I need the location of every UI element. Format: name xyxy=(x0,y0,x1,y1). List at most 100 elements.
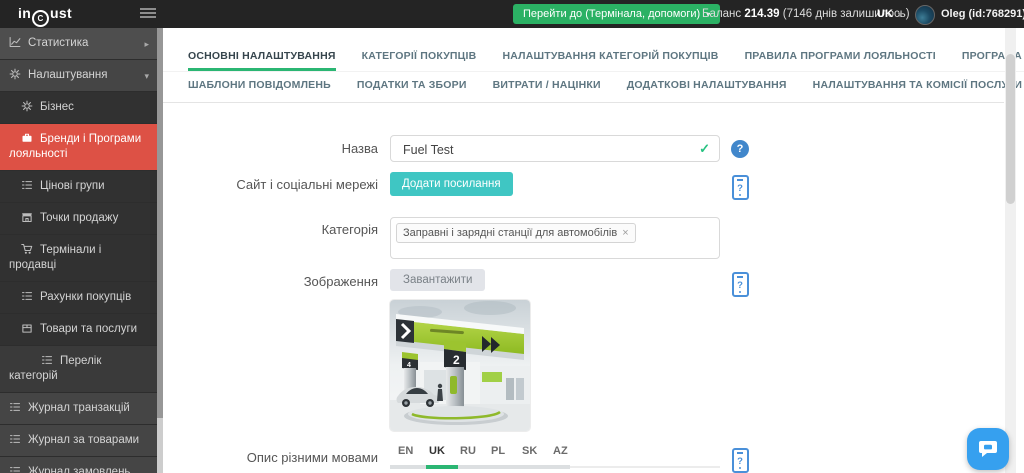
shop-icon xyxy=(21,211,34,223)
name-input[interactable] xyxy=(401,136,685,163)
language-tabs-track xyxy=(390,465,720,469)
language-tab-uk[interactable]: UK xyxy=(429,445,451,465)
valid-check-icon: ✓ xyxy=(699,141,710,157)
language-code: UK xyxy=(877,8,893,20)
sidebar-item[interactable]: Бренди і Програми лояльності xyxy=(0,124,157,171)
language-tab-ru[interactable]: RU xyxy=(460,445,482,465)
avatar[interactable] xyxy=(915,5,935,25)
language-tab-sk[interactable]: SK xyxy=(522,445,544,465)
sidebar-item-label: Журнал замовлень xyxy=(28,466,130,473)
svg-text:2: 2 xyxy=(453,353,460,367)
language-tab-en[interactable]: EN xyxy=(398,445,420,465)
sidebar-item[interactable]: Товари та послуги xyxy=(0,314,157,346)
sidebar-item-label: Бізнес xyxy=(40,101,74,113)
sidebar-item[interactable]: Рахунки покупців xyxy=(0,282,157,314)
language-tab-az[interactable]: AZ xyxy=(553,445,575,465)
sidebar-item[interactable]: Журнал транзакцій xyxy=(0,393,157,425)
brand-settings-form: Назва ✓ ? Сайт і соціальні мережі Додати… xyxy=(163,135,1024,473)
sidebar-item[interactable]: Точки продажу xyxy=(0,203,157,235)
user-name: Oleg (id:768291) xyxy=(941,8,1024,20)
gear-icon xyxy=(9,68,22,80)
logo-c-icon: C xyxy=(32,10,49,27)
cart-icon xyxy=(21,243,34,255)
upload-button[interactable]: Завантажити xyxy=(390,269,485,291)
sidebar-item[interactable]: Термінали і продавці xyxy=(0,235,157,282)
secondary-tab[interactable]: ПОДАТКИ ТА ЗБОРИ xyxy=(357,79,467,102)
gear-icon xyxy=(21,100,34,112)
sidebar-item-label: Рахунки покупців xyxy=(40,291,131,303)
sidebar-item-label: Точки продажу xyxy=(40,212,118,224)
sidebar-menu: Статистика ▸ Налаштування ▾ Бізнес Бренди і П… xyxy=(0,28,157,473)
sidebar-item-label: Журнал за товарами xyxy=(28,434,139,446)
chevron-down-icon: ▾ xyxy=(898,10,902,19)
form-row-name: Назва ✓ ? xyxy=(188,135,1024,162)
menu-icon[interactable] xyxy=(140,8,156,20)
caret-down-icon: ▾ xyxy=(144,69,149,84)
language-tab-pl[interactable]: PL xyxy=(491,445,513,465)
active-language-underline xyxy=(426,465,458,469)
primary-tab[interactable]: НАЛАШТУВАННЯ КАТЕГОРІЙ ПОКУПЦІВ xyxy=(502,50,718,71)
list-icon xyxy=(9,433,22,445)
site-label: Сайт і соціальні мережі xyxy=(188,172,390,192)
form-row-site: Сайт і соціальні мережі Додати посилання… xyxy=(188,172,1024,200)
brand-image: 2 4 xyxy=(390,300,530,431)
page-scrollbar[interactable] xyxy=(1005,28,1016,473)
sidebar-item[interactable]: Перелік категорій xyxy=(0,346,157,393)
form-row-image: Зображення Завантажити xyxy=(188,269,1024,431)
list-icon xyxy=(9,401,22,413)
sidebar-item[interactable]: Журнал замовлень xyxy=(0,457,157,473)
name-input-wrap: ✓ xyxy=(390,135,720,162)
sidebar-item[interactable]: Статистика ▸ xyxy=(0,28,157,60)
tabs-row-secondary: ШАБЛОНИ ПОВІДОМЛЕНЬ ПОДАТКИ ТА ЗБОРИ ВИТРА… xyxy=(163,79,1004,103)
add-link-button[interactable]: Додати посилання xyxy=(390,172,513,196)
sidebar-item-label: Журнал транзакцій xyxy=(28,402,130,414)
briefcase-icon xyxy=(21,132,34,144)
description-label: Опис різними мовами xyxy=(188,445,390,465)
sidebar-item[interactable]: Цінові групи xyxy=(0,171,157,203)
chat-bubble-icon xyxy=(978,440,998,458)
primary-tab[interactable]: ПРАВИЛА ПРОГРАМИ ЛОЯЛЬНОСТІ xyxy=(745,50,936,71)
secondary-tab[interactable]: ДОДАТКОВІ НАЛАШТУВАННЯ xyxy=(627,79,787,102)
main-content: ОСНОВНІ НАЛАШТУВАННЯ КАТЕГОРІЇ ПОКУПЦІВ НА… xyxy=(163,28,1024,473)
sidebar-item-label: Налаштування xyxy=(28,69,107,81)
secondary-tab[interactable]: НАЛАШТУВАННЯ ТА КОМІСІЇ ПОСЛУГИ З ДОСТАВ… xyxy=(813,79,1024,102)
primary-tab[interactable]: КАТЕГОРІЇ ПОКУПЦІВ xyxy=(362,50,477,71)
sidebar-item[interactable]: Налаштування ▾ xyxy=(0,60,157,92)
help-question-icon[interactable]: ? xyxy=(731,140,749,158)
language-tabs: EN UK RU PL SK AZ xyxy=(390,445,720,465)
tabs-row-primary: ОСНОВНІ НАЛАШТУВАННЯ КАТЕГОРІЇ ПОКУПЦІВ НА… xyxy=(163,50,1024,72)
secondary-tab[interactable]: ШАБЛОНИ ПОВІДОМЛЕНЬ xyxy=(188,79,331,102)
sidebar-item-label: Товари та послуги xyxy=(40,323,137,335)
sidebar-item-label: Статистика xyxy=(28,37,88,49)
remove-tag-icon[interactable]: × xyxy=(622,227,628,239)
image-label: Зображення xyxy=(188,269,390,289)
name-label: Назва xyxy=(188,135,390,156)
svg-text:4: 4 xyxy=(407,362,411,369)
caret-right-icon: ▸ xyxy=(144,37,149,52)
category-tag: Заправні і зарядні станції для автомобіл… xyxy=(396,223,636,243)
chat-widget-button[interactable] xyxy=(967,428,1009,470)
language-selector[interactable]: UK ▾ xyxy=(877,8,902,20)
form-row-category: Категорія Заправні і зарядні станції для… xyxy=(188,217,1024,259)
balance-value: 214.39 xyxy=(744,8,779,20)
category-label: Категорія xyxy=(188,217,390,237)
help-phone-icon[interactable]: ? xyxy=(732,448,749,473)
goto-button[interactable]: Перейти до (Термінала, допомоги) ▾ xyxy=(513,4,720,24)
primary-tab[interactable]: ОСНОВНІ НАЛАШТУВАННЯ xyxy=(188,50,336,71)
form-row-description: Опис різними мовами EN UK RU PL SK AZ ? xyxy=(188,445,1024,473)
user-menu[interactable]: Oleg (id:768291)▾ xyxy=(941,8,1024,20)
sidebar-item-label: Цінові групи xyxy=(40,180,105,192)
secondary-tab[interactable]: ВИТРАТИ / НАЦІНКИ xyxy=(493,79,601,102)
goto-button-label: Перейти до (Термінала, допомоги) xyxy=(523,8,700,20)
list-icon xyxy=(21,290,34,302)
help-phone-icon[interactable]: ? xyxy=(732,272,749,297)
sidebar-item[interactable]: Бізнес xyxy=(0,92,157,124)
sidebar-item[interactable]: Журнал за товарами xyxy=(0,425,157,457)
app-window: inCust Перейти до (Термінала, допомоги) … xyxy=(0,0,1024,473)
box-icon xyxy=(21,322,34,334)
category-input[interactable]: Заправні і зарядні станції для автомобіл… xyxy=(390,217,720,259)
page-scrollbar-thumb[interactable] xyxy=(1006,54,1015,204)
balance-label: Баланс xyxy=(702,8,741,20)
help-phone-icon[interactable]: ? xyxy=(732,175,749,200)
incust-logo: inCust xyxy=(18,5,72,27)
